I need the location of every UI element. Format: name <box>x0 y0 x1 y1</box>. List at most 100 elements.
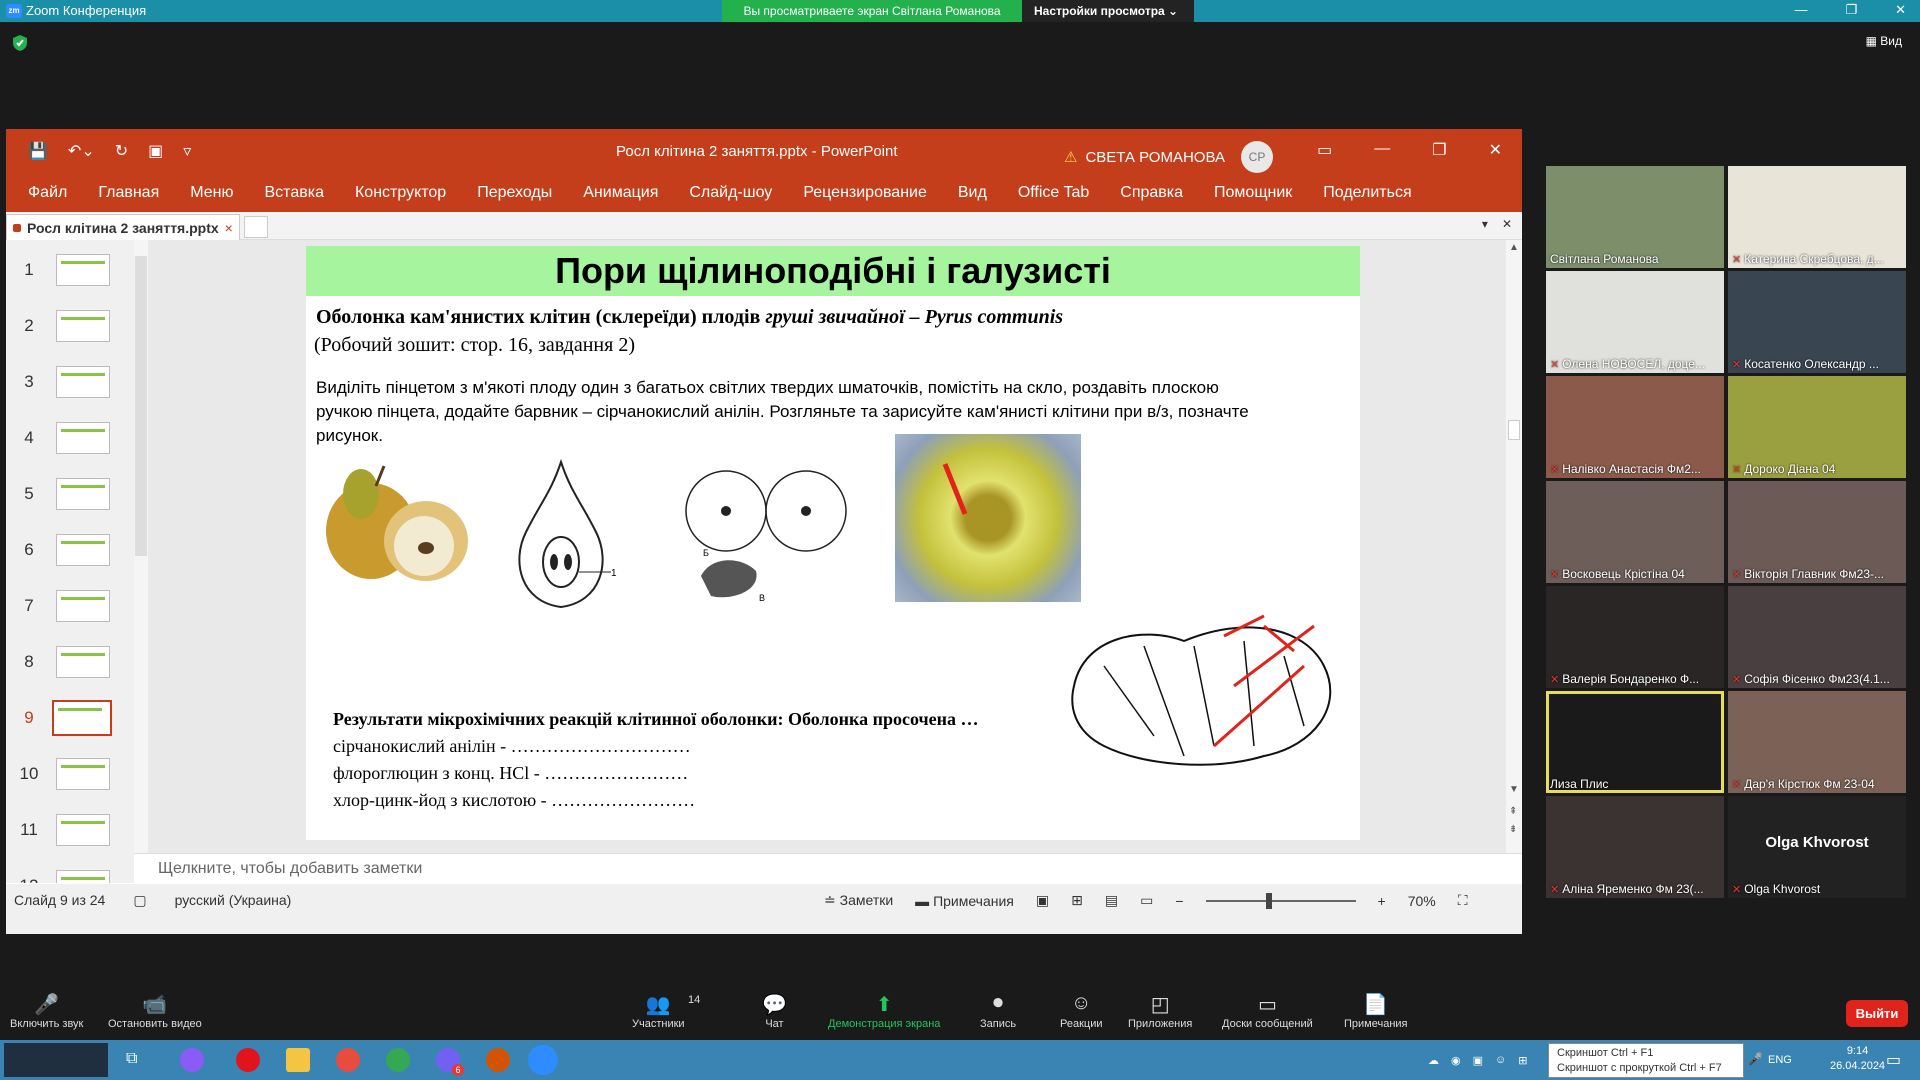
start-button[interactable] <box>4 1043 108 1077</box>
zoom-in-icon[interactable]: + <box>1378 893 1386 909</box>
participant-tile[interactable]: ✕ Вікторія Главник Фм23-... <box>1728 481 1906 583</box>
unmute-button[interactable]: 🎤 Включить звук <box>10 992 83 1030</box>
close-icon[interactable]: ✕ <box>1502 217 1512 231</box>
slide-thumbnail[interactable]: 8 <box>14 640 126 684</box>
app-icon[interactable] <box>486 1048 510 1072</box>
ribbon-tab[interactable]: Справка <box>1120 184 1183 202</box>
slideshow-icon[interactable]: ▭ <box>1140 892 1153 909</box>
task-view-icon[interactable]: ⧉ <box>126 1050 137 1068</box>
explorer-icon[interactable] <box>286 1048 310 1072</box>
tray-icon[interactable]: ▣ <box>1473 1054 1483 1067</box>
reactions-button[interactable]: ☺ Реакции <box>1060 992 1103 1030</box>
slide-thumbnail[interactable]: 4 <box>14 416 126 460</box>
zoom-out-icon[interactable]: − <box>1175 893 1183 909</box>
notes-button[interactable]: 📄 Примечания <box>1344 992 1408 1030</box>
ribbon-tab[interactable]: Главная <box>98 184 159 202</box>
participant-tile[interactable]: ✕ Восковець Крістіна 04 <box>1546 481 1724 583</box>
tray-icon[interactable]: ☺ <box>1495 1054 1506 1066</box>
ribbon-tab[interactable]: Конструктор <box>355 184 446 202</box>
participant-tile[interactable]: ✕ Налівко Анастасія Фм2... <box>1546 376 1724 478</box>
restore-icon[interactable]: ❐ <box>1845 2 1857 18</box>
ribbon-tab[interactable]: Помощник <box>1214 184 1292 202</box>
yandex-icon[interactable] <box>336 1048 360 1072</box>
minimize-icon[interactable]: — <box>1794 2 1807 18</box>
close-icon[interactable]: ✕ <box>1895 2 1906 18</box>
slide-thumbnail[interactable]: 2 <box>14 304 126 348</box>
stop-video-button[interactable]: 📹 Остановить видео <box>108 992 202 1030</box>
whiteboards-button[interactable]: ▭ Доски сообщений <box>1222 992 1313 1030</box>
participant-tile[interactable]: Світлана Романова <box>1546 166 1724 268</box>
tab-list-icon[interactable]: ▾ <box>1482 217 1488 231</box>
slide-sorter-icon[interactable]: ⊞ <box>1071 892 1083 909</box>
avatar[interactable]: СР <box>1241 141 1273 173</box>
slide-scrollbar[interactable]: ▲ ▼ ⇞ ⇟ <box>1506 240 1522 853</box>
ribbon-tab[interactable]: Переходы <box>477 184 552 202</box>
slide-thumbnail[interactable]: 9 <box>14 696 126 740</box>
save-icon[interactable]: 💾 <box>28 141 48 161</box>
participant-tile[interactable]: ✕ Косатенко Олександр ... <box>1728 271 1906 373</box>
slide-thumbnail[interactable]: 1 <box>14 248 126 292</box>
maximize-icon[interactable]: ❐ <box>1432 140 1446 160</box>
notification-icon[interactable]: ▭ <box>1886 1050 1901 1070</box>
language-indicator[interactable]: ENG <box>1768 1054 1792 1066</box>
thumbnail-scrollbar[interactable] <box>134 240 148 883</box>
participant-tile[interactable]: ✕ Аліна Яременко Фм 23(... <box>1546 796 1724 898</box>
zoom-level[interactable]: 70% <box>1408 893 1436 909</box>
chat-button[interactable]: 💬 Чат <box>762 992 787 1030</box>
notes-button[interactable]: ≐ Заметки <box>824 892 893 909</box>
language[interactable]: русский (Украина) <box>175 892 292 909</box>
slide[interactable]: Пори щілиноподібні і галузисті Оболонка … <box>306 246 1360 840</box>
ribbon-tab[interactable]: Поделиться <box>1323 184 1411 202</box>
spellcheck-icon[interactable]: ▢ <box>133 892 146 909</box>
app-icon[interactable] <box>180 1048 204 1072</box>
ribbon-tab[interactable]: Office Tab <box>1018 184 1089 202</box>
undo-icon[interactable]: ↶⌄ <box>68 141 95 161</box>
participant-tile[interactable]: ✕ Дар'я Кірстюк Фм 23-04 <box>1728 691 1906 793</box>
tray-icon[interactable]: ☁ <box>1428 1054 1439 1067</box>
slide-thumbnail[interactable]: 6 <box>14 528 126 572</box>
ribbon-tab[interactable]: Слайд-шоу <box>689 184 772 202</box>
mic-tray-icon[interactable]: 🎤 <box>1748 1052 1763 1066</box>
slide-thumbnail[interactable]: 5 <box>14 472 126 516</box>
view-options-button[interactable]: Настройки просмотра ⌄ <box>1022 0 1194 22</box>
ribbon-tab[interactable]: Анимация <box>583 184 658 202</box>
new-tab-button[interactable] <box>244 216 268 238</box>
participant-tile[interactable]: ✕ Софія Фісенко Фм23(4.1... <box>1728 586 1906 688</box>
ribbon-tab[interactable]: Вставка <box>265 184 324 202</box>
tray-icon[interactable]: ⊞ <box>1518 1054 1527 1067</box>
slide-thumbnail[interactable]: 7 <box>14 584 126 628</box>
slide-thumbnail[interactable]: 3 <box>14 360 126 404</box>
reading-view-icon[interactable]: ▤ <box>1105 892 1118 909</box>
ribbon-tab[interactable]: Вид <box>958 184 987 202</box>
participant-tile[interactable]: ✕ Олена НОВОСЕЛ, доце... <box>1546 271 1724 373</box>
present-icon[interactable]: ▣ <box>148 141 163 161</box>
normal-view-icon[interactable]: ▣ <box>1036 892 1049 909</box>
comments-button[interactable]: ▬ Примечания <box>915 893 1014 909</box>
participant-tile[interactable]: ✕ Дороко Діана 04 <box>1728 376 1906 478</box>
slide-thumbnail[interactable]: 12 <box>14 864 126 883</box>
record-button[interactable]: ⏺ Запись <box>980 992 1016 1030</box>
ribbon-tab[interactable]: Меню <box>190 184 233 202</box>
zoom-slider[interactable] <box>1205 892 1356 909</box>
slide-thumbnail[interactable]: 10 <box>14 752 126 796</box>
zoom-taskbar-icon[interactable] <box>528 1045 558 1075</box>
fit-slide-icon[interactable]: ⛶ <box>1458 892 1468 909</box>
slide-thumbnail[interactable]: 11 <box>14 808 126 852</box>
viber-icon[interactable]: 6 <box>436 1048 464 1076</box>
participant-tile[interactable]: Лиза Плис <box>1546 691 1724 793</box>
participant-tile[interactable]: ✕ Валерія Бондаренко Ф... <box>1546 586 1724 688</box>
opera-icon[interactable] <box>236 1048 260 1072</box>
notes-pane[interactable]: Щелкните, чтобы добавить заметки <box>134 853 1522 884</box>
participants-button[interactable]: 👥 Участники <box>632 992 685 1030</box>
redo-icon[interactable]: ↻ <box>115 141 128 161</box>
minimize-icon[interactable]: — <box>1374 140 1390 160</box>
apps-button[interactable]: ◰ Приложения <box>1128 992 1192 1030</box>
user-name[interactable]: СВЕТА РОМАНОВА <box>1085 149 1225 166</box>
tray-icon[interactable]: ◉ <box>1451 1054 1461 1067</box>
ribbon-display-icon[interactable]: ▭ <box>1317 140 1332 160</box>
chrome-icon[interactable] <box>386 1048 410 1072</box>
customize-qat-icon[interactable]: ▿ <box>183 141 191 161</box>
document-tab[interactable]: Росл клітина 2 заняття.pptx × <box>6 214 240 240</box>
close-icon[interactable]: ✕ <box>1489 140 1502 160</box>
clock[interactable]: 9:14 26.04.2024 <box>1830 1044 1885 1074</box>
